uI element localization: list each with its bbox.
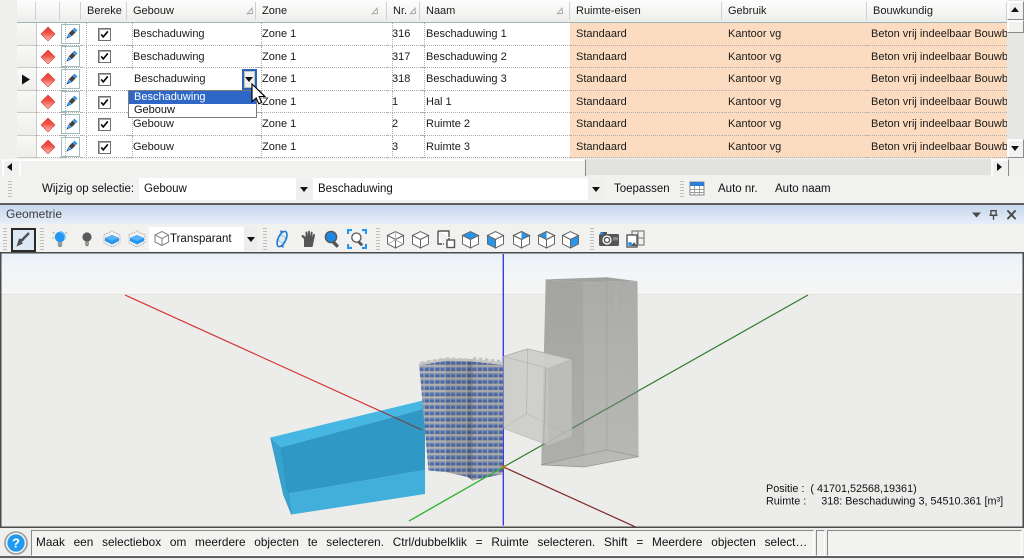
svg-text:Positie : ( 41701,52568,19361: Positie : ( 41701,52568,19361) <box>766 483 917 495</box>
svg-text:?: ? <box>12 536 20 551</box>
svg-text:Ruimte : 318: Beschaduwing: Ruimte : 318: Beschaduwing 3, 54510.361 … <box>766 496 1003 508</box>
